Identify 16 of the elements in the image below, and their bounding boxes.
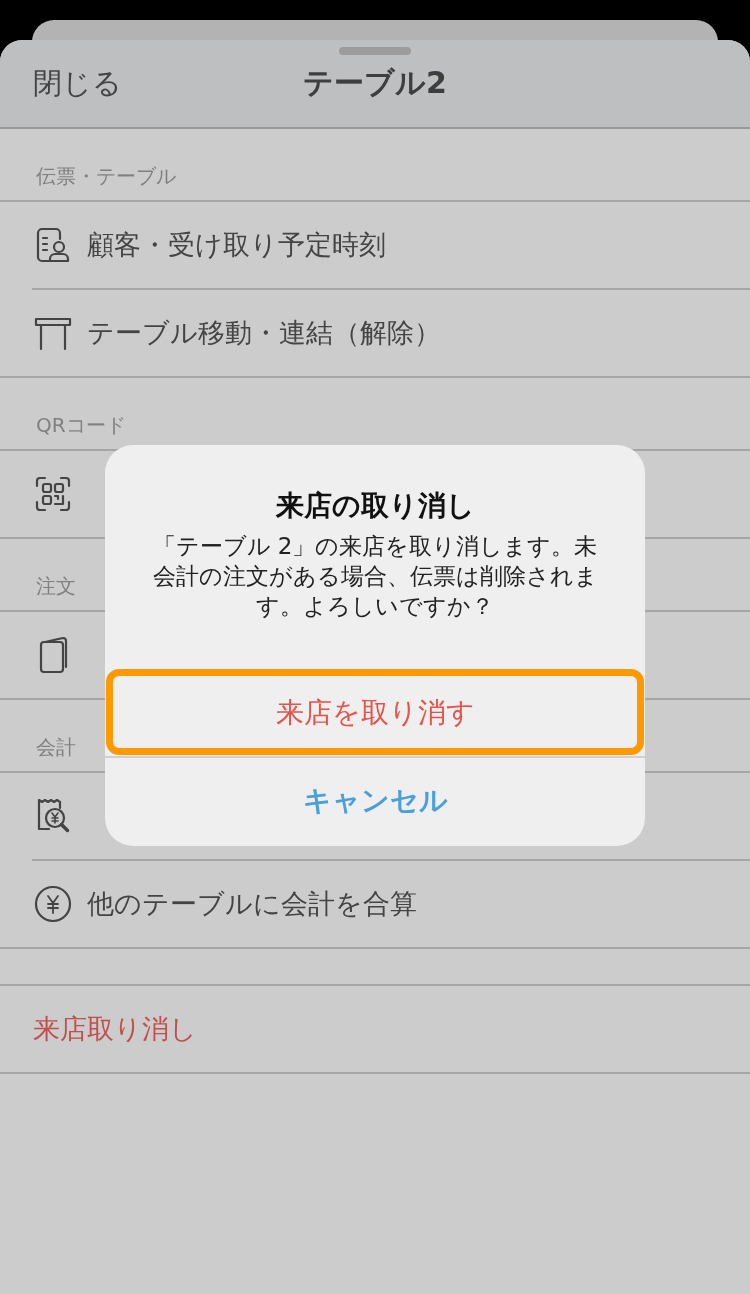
qr-code-icon	[33, 474, 73, 514]
alert-title: 来店の取り消し	[274, 488, 476, 524]
section-header: QRコード	[36, 413, 126, 437]
cancel-visit-item[interactable]: 来店取り消し	[33, 1011, 197, 1047]
section-header: 注文	[36, 574, 76, 598]
close-button[interactable]: 閉じる	[33, 63, 122, 104]
section-header: 伝票・テーブル	[36, 164, 176, 188]
section-header: 会計	[36, 735, 76, 759]
menu-item[interactable]: テーブル移動・連結（解除）	[87, 315, 441, 351]
sheet-title: テーブル2	[303, 65, 447, 100]
menu-item[interactable]: 他のテーブルに会計を合算	[87, 886, 417, 922]
yen-coin-icon	[33, 884, 73, 924]
menu-item[interactable]: 顧客・受け取り予定時刻	[87, 227, 386, 263]
alert-message: 「テーブル 2」の来店を取り消します。未会計の注文がある場合、伝票は削除されます。よろしいですか？	[151, 532, 599, 621]
drag-handle[interactable]	[339, 47, 411, 55]
cancel-visit-button[interactable]: 来店を取り消す	[105, 668, 645, 756]
